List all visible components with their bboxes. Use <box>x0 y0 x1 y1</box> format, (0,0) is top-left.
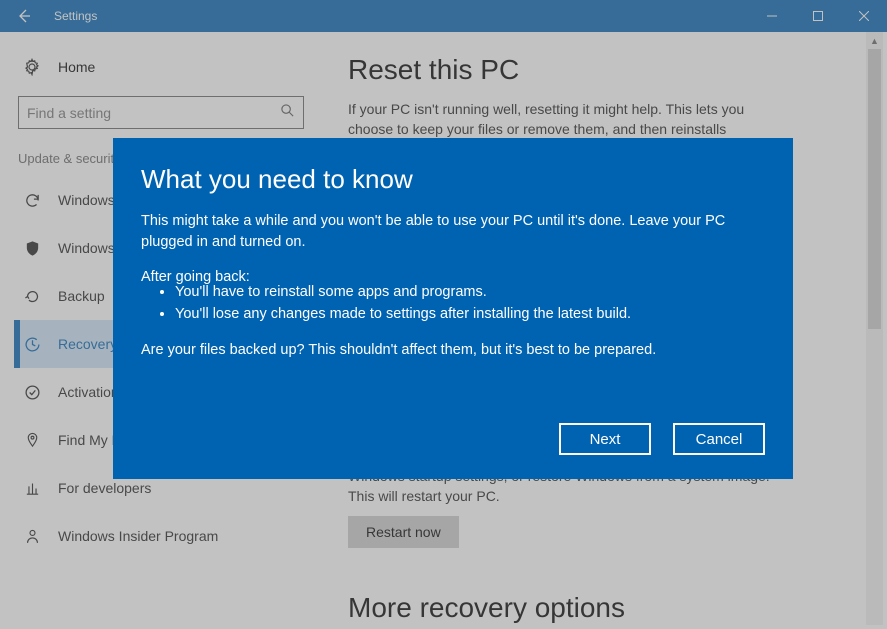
dialog-paragraph: This might take a while and you won't be… <box>141 211 765 253</box>
dialog-paragraph: Are your files backed up? This shouldn't… <box>141 340 765 361</box>
dialog-title: What you need to know <box>141 164 765 195</box>
dialog-bullet: You'll have to reinstall some apps and p… <box>175 282 765 304</box>
cancel-button[interactable]: Cancel <box>673 423 765 455</box>
dialog-bullet: You'll lose any changes made to settings… <box>175 304 765 326</box>
info-dialog: What you need to know This might take a … <box>113 138 793 479</box>
dialog-button-row: Next Cancel <box>141 423 765 461</box>
next-button[interactable]: Next <box>559 423 651 455</box>
dialog-bullet-list: You'll have to reinstall some apps and p… <box>141 282 765 326</box>
